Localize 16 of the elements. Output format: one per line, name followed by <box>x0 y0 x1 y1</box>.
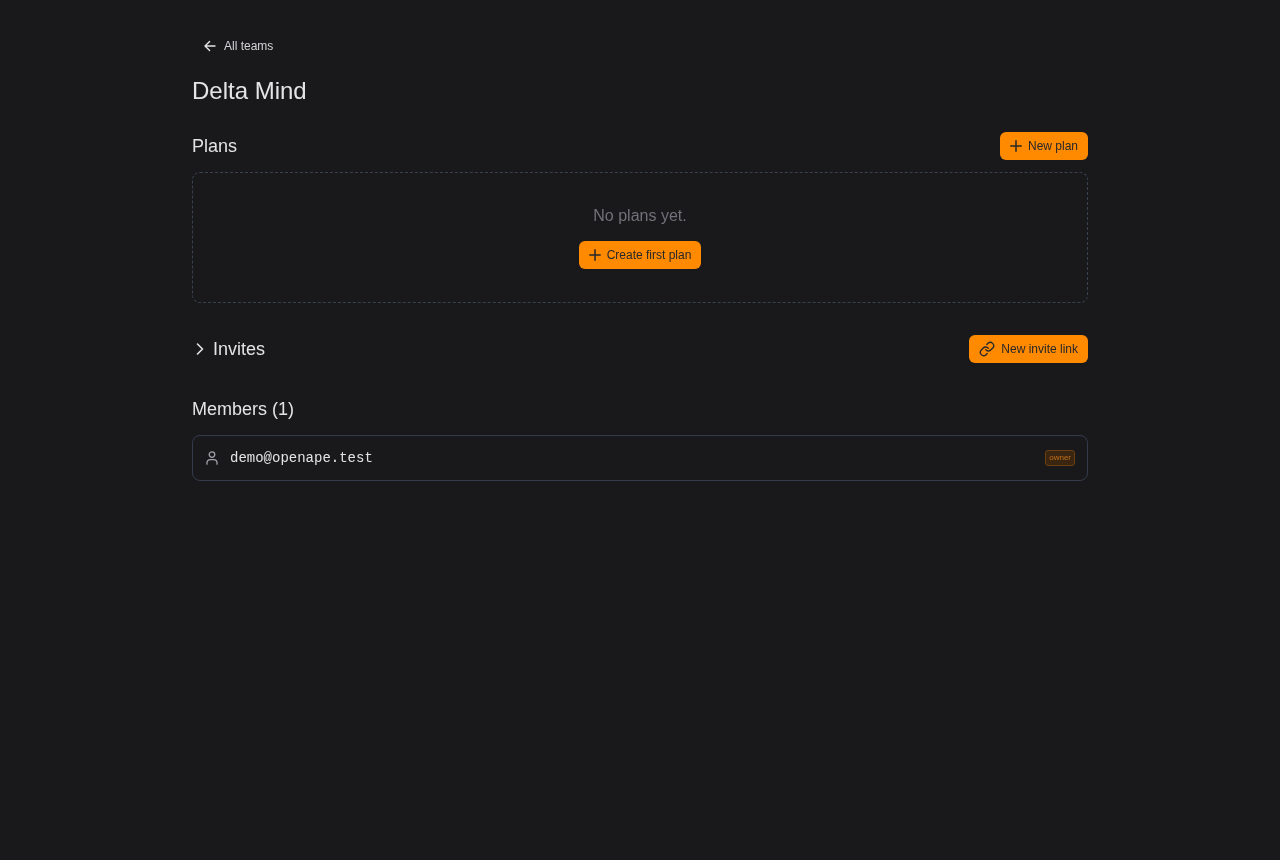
plus-icon <box>1009 140 1022 152</box>
back-link[interactable]: All teams <box>194 32 282 60</box>
link-icon <box>979 341 996 357</box>
role-badge: owner <box>1045 450 1075 466</box>
invites-toggle[interactable]: Invites <box>192 335 266 363</box>
empty-state-text: No plans yet. <box>593 206 687 226</box>
new-plan-button[interactable]: New plan <box>999 132 1088 160</box>
new-invite-link-button[interactable]: New invite link <box>969 335 1088 363</box>
user-icon <box>206 451 218 465</box>
plus-icon <box>588 249 601 261</box>
create-plan-button[interactable]: Create first plan <box>578 241 702 269</box>
section-title: Members (1) <box>192 398 294 421</box>
section-title: Plans <box>192 135 238 158</box>
back-arrow-icon <box>204 40 216 52</box>
team-title: Delta Mind <box>192 76 307 106</box>
member-email: demo@openape.test <box>230 450 374 466</box>
